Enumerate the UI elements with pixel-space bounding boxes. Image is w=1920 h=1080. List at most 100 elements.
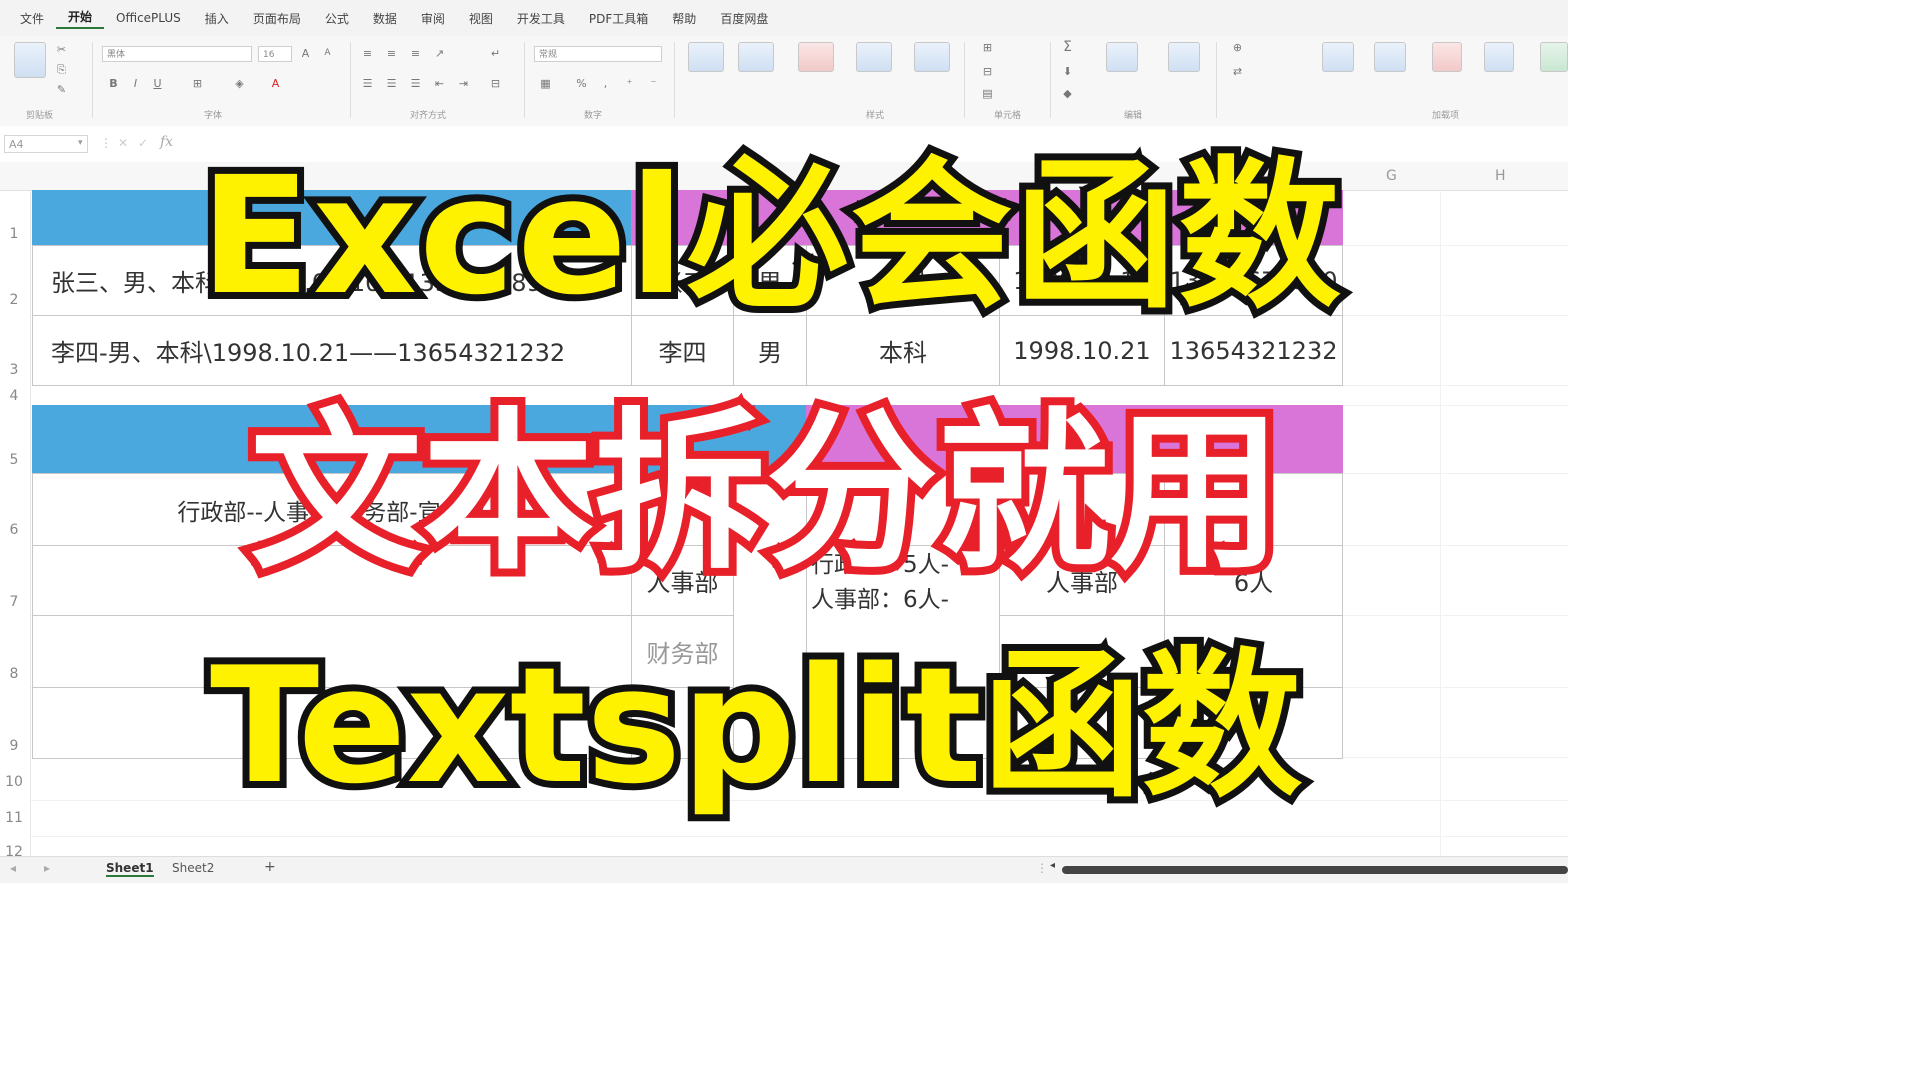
merge-center-icon[interactable]: ⊟ xyxy=(488,76,503,91)
wrap-text-icon[interactable]: ↵ xyxy=(488,46,503,61)
column-header-g[interactable]: G xyxy=(1386,168,1397,184)
menu-file[interactable]: 文件 xyxy=(8,10,56,27)
insert-cells-icon[interactable]: ⊞ xyxy=(980,40,995,55)
apply-style-icon[interactable] xyxy=(856,42,892,72)
menu-home[interactable]: 开始 xyxy=(56,8,105,29)
sheet-tab-sheet1[interactable]: Sheet1 xyxy=(106,861,154,877)
row-header-6[interactable]: 6 xyxy=(4,522,24,538)
align-right-icon[interactable]: ☰ xyxy=(408,76,423,91)
increase-font-icon[interactable]: A xyxy=(298,46,313,61)
sort-filter-icon[interactable] xyxy=(1106,42,1138,72)
format-cells-icon[interactable]: ▤ xyxy=(980,86,995,101)
percent-icon[interactable]: % xyxy=(574,76,589,91)
column-header-h[interactable]: H xyxy=(1495,168,1506,184)
menu-pdf-tools[interactable]: PDF工具箱 xyxy=(577,10,660,27)
fill-icon[interactable]: ⬇ xyxy=(1060,64,1075,79)
fill-color-icon[interactable]: ◈ xyxy=(232,76,247,91)
divider xyxy=(92,42,93,118)
menu-help[interactable]: 帮助 xyxy=(660,10,708,27)
orientation-icon[interactable]: ↗ xyxy=(432,46,447,61)
more-icon: ⋮ xyxy=(100,136,112,150)
analyze-data-icon[interactable] xyxy=(1484,42,1514,72)
insert-function-button[interactable]: fx xyxy=(160,134,173,150)
horizontal-scrollbar[interactable] xyxy=(1062,866,1568,874)
align-left-icon[interactable]: ☰ xyxy=(360,76,375,91)
decrease-font-icon[interactable]: A xyxy=(320,46,335,61)
decrease-indent-icon[interactable]: ⇤ xyxy=(432,76,447,91)
menu-insert[interactable]: 插入 xyxy=(193,10,241,27)
save-to-netdisk-icon[interactable] xyxy=(1540,42,1568,72)
accounting-icon[interactable]: ▦ xyxy=(538,76,553,91)
sheet-tab-sheet2[interactable]: Sheet2 xyxy=(172,861,214,875)
table-format-icon[interactable] xyxy=(738,42,774,72)
increase-decimal-icon[interactable]: ⁺ xyxy=(622,76,637,91)
row-header-2[interactable]: 2 xyxy=(4,292,24,308)
menu-review[interactable]: 审阅 xyxy=(409,10,457,27)
office-plus-icon[interactable] xyxy=(1432,42,1462,72)
text-replace-icon[interactable]: ⇄ xyxy=(1230,64,1245,79)
group-label-clipboard: 剪贴板 xyxy=(26,111,54,121)
font-color-icon[interactable]: A xyxy=(268,76,283,91)
cancel-icon[interactable]: ✕ xyxy=(118,136,128,150)
row-header-7[interactable]: 7 xyxy=(4,594,24,610)
add-sheet-button[interactable]: + xyxy=(264,859,276,875)
row-header-1[interactable]: 1 xyxy=(4,226,24,242)
number-format-select[interactable]: 常规 xyxy=(534,46,662,62)
align-middle-icon[interactable]: ≡ xyxy=(384,46,399,61)
cell-styles-icon[interactable] xyxy=(798,42,834,72)
menu-view[interactable]: 视图 xyxy=(457,10,505,27)
align-center-icon[interactable]: ☰ xyxy=(384,76,399,91)
delete-cells-icon[interactable]: ⊟ xyxy=(980,64,995,79)
row-header-8[interactable]: 8 xyxy=(4,666,24,682)
gridline xyxy=(1440,190,1441,860)
menu-formulas[interactable]: 公式 xyxy=(313,10,361,27)
find-select-icon[interactable] xyxy=(1168,42,1200,72)
underline-button[interactable]: U xyxy=(150,76,165,91)
decrease-decimal-icon[interactable]: ⁻ xyxy=(646,76,661,91)
menu-data[interactable]: 数据 xyxy=(361,10,409,27)
gridline xyxy=(30,190,31,860)
group-label-addins: 加载项 xyxy=(1432,111,1460,121)
format-painter-icon[interactable]: ✎ xyxy=(54,82,69,97)
menu-officeplus[interactable]: OfficePLUS xyxy=(104,11,193,25)
row-header-9[interactable]: 9 xyxy=(4,738,24,754)
increase-indent-icon[interactable]: ⇥ xyxy=(456,76,471,91)
autosum-button[interactable]: Σ xyxy=(1060,40,1075,55)
menu-page-layout[interactable]: 页面布局 xyxy=(241,10,313,27)
font-size-select[interactable]: 16 xyxy=(258,46,292,62)
prev-sheet-icon[interactable]: ◂ xyxy=(10,861,16,875)
scroll-left-icon[interactable]: ◂ xyxy=(1050,860,1055,871)
border-icon[interactable]: ⊞ xyxy=(190,76,205,91)
menu-baidu-netdisk[interactable]: 百度网盘 xyxy=(708,10,780,27)
overlay-title-line1: Excel必会函数 xyxy=(193,136,1348,338)
more-icon: ⋮ xyxy=(1036,861,1048,875)
quick-input-icon[interactable]: ⊕ xyxy=(1230,40,1245,55)
next-sheet-icon[interactable]: ▸ xyxy=(44,861,50,875)
name-box[interactable]: A4 xyxy=(4,135,88,153)
row-header-3[interactable]: 3 xyxy=(4,362,24,378)
bold-button[interactable]: B xyxy=(106,76,121,91)
conditional-format-icon[interactable] xyxy=(688,42,724,72)
split-merge-icon[interactable] xyxy=(1374,42,1406,72)
align-top-icon[interactable]: ≡ xyxy=(360,46,375,61)
row-header-10[interactable]: 10 xyxy=(4,774,24,790)
copy-icon[interactable]: ⎘ xyxy=(54,62,69,77)
italic-button[interactable]: I xyxy=(128,76,143,91)
cut-icon[interactable]: ✂ xyxy=(54,42,69,57)
style-preset-icon[interactable] xyxy=(914,42,950,72)
chevron-down-icon[interactable]: ▾ xyxy=(78,138,83,148)
overlay-title-line3: Textsplit函数 xyxy=(203,625,1309,826)
align-bottom-icon[interactable]: ≡ xyxy=(408,46,423,61)
data-compare-icon[interactable] xyxy=(1322,42,1354,72)
row-header-11[interactable]: 11 xyxy=(4,810,24,826)
row-header-4[interactable]: 4 xyxy=(4,388,24,404)
paste-icon[interactable] xyxy=(14,42,46,78)
gridline xyxy=(30,836,1568,837)
font-name-select[interactable]: 黑体 xyxy=(102,46,252,62)
comma-style-icon[interactable]: , xyxy=(598,76,613,91)
row-header-5[interactable]: 5 xyxy=(4,452,24,468)
overlay-title-line2: 文本拆分就用 xyxy=(242,384,1290,601)
clear-icon[interactable]: ◆ xyxy=(1060,86,1075,101)
menu-developer[interactable]: 开发工具 xyxy=(505,10,577,27)
confirm-icon[interactable]: ✓ xyxy=(138,136,148,150)
